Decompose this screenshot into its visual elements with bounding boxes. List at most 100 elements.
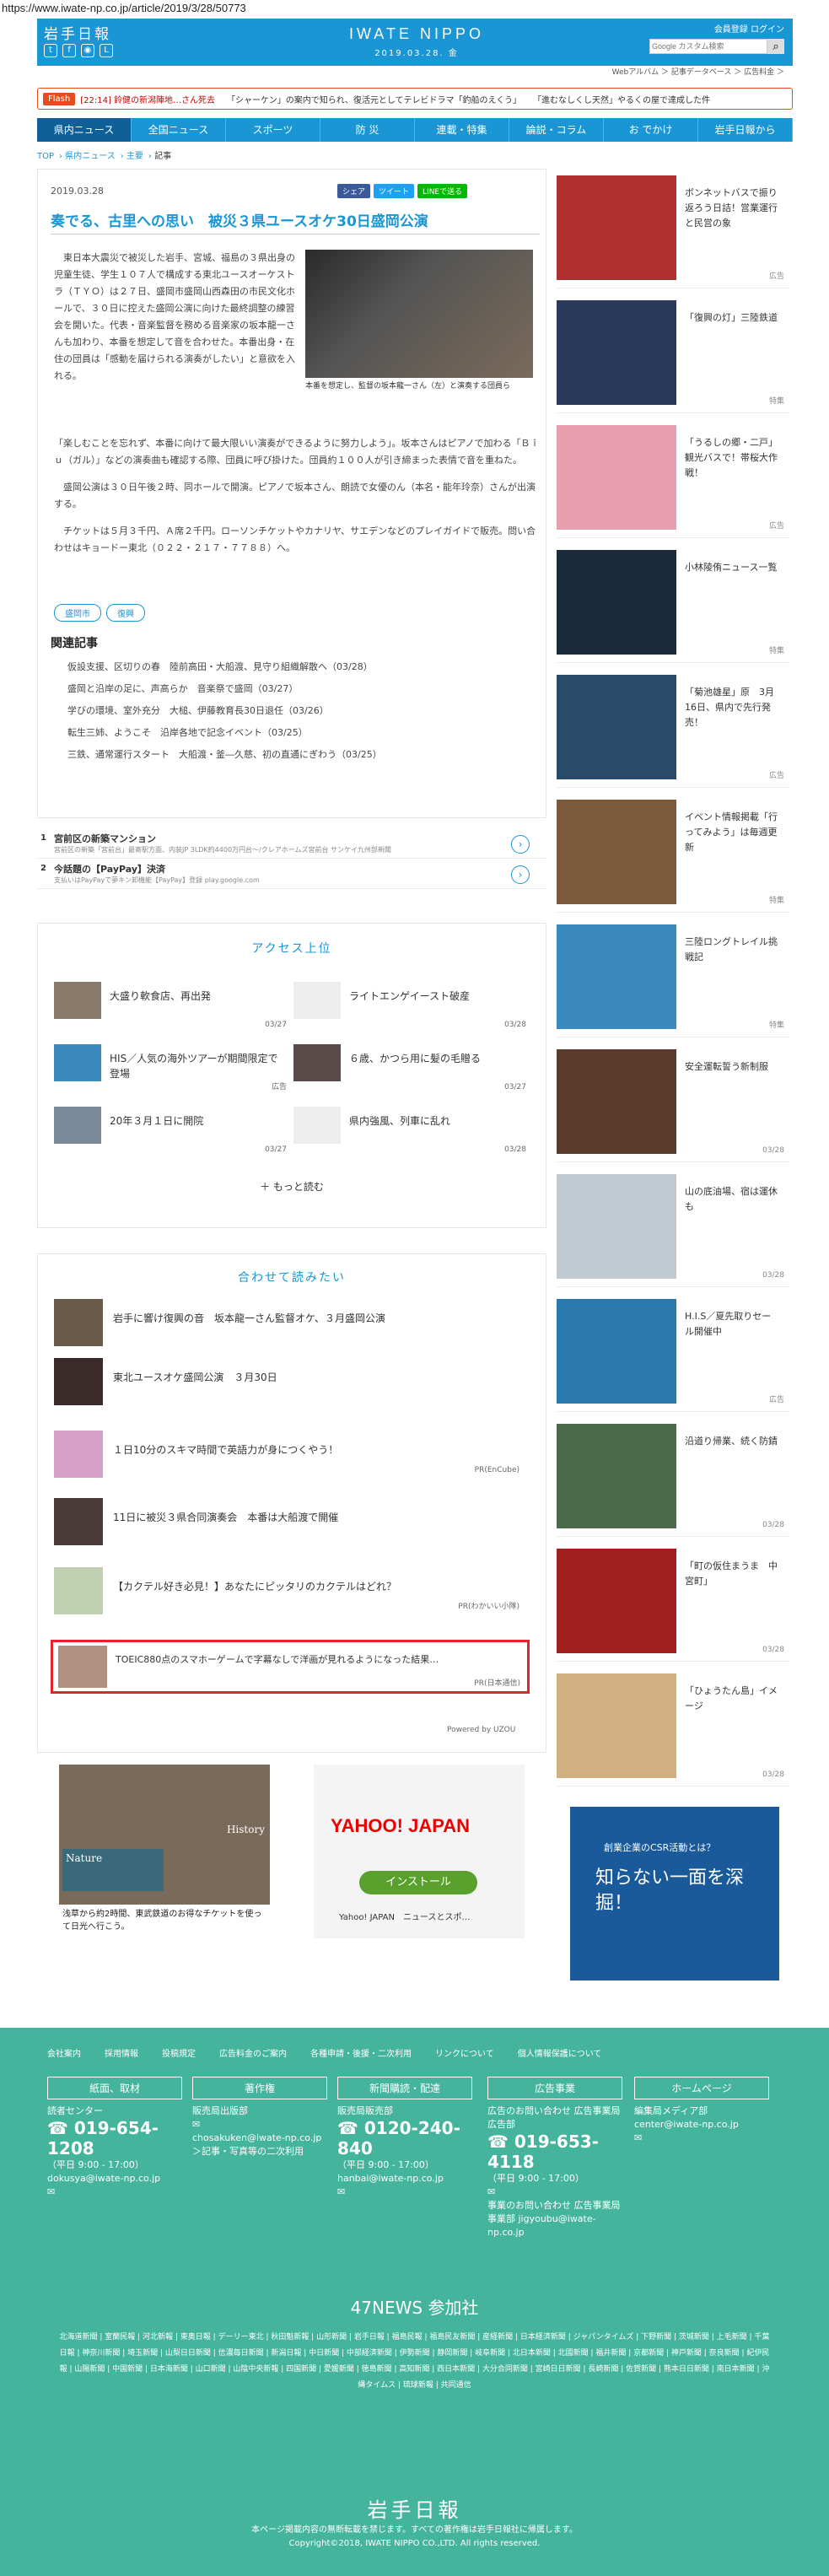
recommend-item[interactable]: 東北ユースオケ盛岡公演 ３月30日 [54,1358,526,1405]
tag-link[interactable]: 復興 [106,604,145,622]
recommend-title[interactable]: 岩手に響け復興の音 坂本龍一さん監督オケ、３月盛岡公演 [113,1311,385,1325]
related-link[interactable]: 三鉄、通常運行スタート 大船渡・釜―久慈、初の直通にぎわう（03/25） [67,744,382,766]
email-link[interactable]: center@iwate-np.co.jp [634,2118,769,2131]
thumbnail[interactable] [293,1044,341,1081]
sidebar-item[interactable]: 「復興の灯」三陸鉄道 特集 [557,294,789,413]
email-link[interactable]: 事業のお問い合わせ 広告事業局事業部 jigyoubu@iwate-np.co.… [487,2199,622,2239]
sidebar-item[interactable]: 「ひょうたん島」イメージ 03/28 [557,1667,789,1786]
footer-link[interactable]: 会社案内 [47,2046,81,2059]
sidebar-item-title[interactable]: 沿道り帰業、続く防錆 [685,1434,779,1449]
footer-link[interactable]: 投稿規定 [162,2046,196,2059]
search-button[interactable]: ⌕ [767,39,784,54]
related-link[interactable]: 学びの環境、室外充分 大槌、伊藤教育長30日退任（03/26） [67,700,382,722]
sidebar-item[interactable]: 三陸ロングトレイル挑戦記 特集 [557,918,789,1037]
recommend-item-highlighted[interactable]: TOEIC880点のスマホーゲームで字幕なしで洋画が見れるようになった結果… PR… [51,1640,530,1694]
ranking-title[interactable]: 20年３月１日に開院 [110,1113,287,1129]
chevron-right-icon[interactable]: › [511,835,530,854]
thumbnail[interactable] [58,1646,107,1688]
thumbnail[interactable] [54,1107,101,1144]
ranking-item[interactable]: 大盛り軟食店、再出発 03/27 [54,982,290,1032]
tweet-button[interactable]: ツイート [374,184,415,198]
recommend-title[interactable]: １日10分のスキマ時間で英語力が身につくやう！ [113,1442,338,1457]
related-link[interactable]: 仮設支援、区切りの春 陸前高田・大船渡、見守り組織解散へ（03/28） [67,656,382,678]
sidebar-item[interactable]: 小林陵侑ニュース一覧 特集 [557,543,789,663]
recommend-item[interactable]: 11日に被災３県合同演奏会 本番は大船渡で開催 [54,1498,526,1545]
nav-item[interactable]: 連載・特集 [415,118,509,142]
related-link[interactable]: 転生三姉、ようこそ 沿岸各地で記念イベント（03/25） [67,722,382,744]
secondary-use-link[interactable]: ＞記事・写真等の二次利用 [192,2145,327,2158]
phone-number[interactable]: ☎ 0120-240-840 [337,2118,472,2158]
breadcrumb-item[interactable]: 県内ニュース [65,152,116,161]
ranking-title[interactable]: ６歳、かつら用に髪の毛贈る [349,1051,526,1066]
mail-icon[interactable]: ✉ [487,2185,622,2199]
sidebar-item-title[interactable]: イベント情報掲載「行ってみよう」は毎週更新 [685,810,779,855]
sidebar-item[interactable]: 「町の仮住まうま 中宮町」 03/28 [557,1542,789,1662]
recommend-title[interactable]: TOEIC880点のスマホーゲームで字幕なしで洋画が見れるようになった結果… [116,1652,439,1666]
footer-link[interactable]: 広告料金のご案内 [219,2046,287,2059]
install-button[interactable]: インストール [359,1871,477,1894]
ranking-item[interactable]: 20年３月１日に開院 03/27 [54,1107,290,1157]
sidebar-item-title[interactable]: 小林陵侑ニュース一覧 [685,560,779,575]
thumbnail[interactable] [54,1431,103,1478]
thumbnail[interactable] [54,1299,103,1346]
thumbnail[interactable] [54,982,101,1019]
footer-link[interactable]: リンクについて [435,2046,494,2059]
flash-item[interactable]: 「進むなしくし天然」やるくの屋で達成した件 [533,93,710,105]
sidebar-item[interactable]: 沿道り帰業、続く防錆 03/28 [557,1417,789,1537]
powered-by[interactable]: Powered by UZOU [447,1726,515,1734]
site-logo-en[interactable]: IWATE NIPPO [332,25,501,43]
ranking-item[interactable]: ライトエンゲイースト破産 03/28 [293,982,530,1032]
facebook-share-button[interactable]: シェア [337,184,371,198]
thumbnail[interactable] [293,1107,341,1144]
footer-link[interactable]: 採用情報 [105,2046,138,2059]
thumbnail[interactable] [557,1299,676,1404]
member-links[interactable]: 会員登録 ログイン [714,22,784,35]
rss-icon[interactable]: ◉ [81,44,94,57]
text-ad[interactable]: 1 宮前区の新築マンション 宮前区の新築「宮前台」最寄駅方面、内装JP 3LDK… [37,830,546,859]
sidebar-item-title[interactable]: 「うるしの郷・二戸」観光バスで！帯桜大作戦！ [685,435,779,481]
thumbnail[interactable] [557,1549,676,1653]
recommend-item[interactable]: １日10分のスキマ時間で英語力が身につくやう！ PR(EnCube) [54,1431,526,1478]
search-input[interactable] [649,39,767,54]
more-button[interactable]: ＋ もっと読む [37,1179,546,1194]
ranking-item[interactable]: HIS／人気の海外ツアーが期間限定で登場 広告 [54,1044,290,1095]
site-logo[interactable]: 岩手日報 [44,22,111,43]
thumbnail[interactable] [557,924,676,1029]
thumbnail[interactable] [557,1174,676,1279]
nav-item[interactable]: 防 災 [320,118,415,142]
twitter-icon[interactable]: t [44,44,57,57]
ad-title[interactable]: 宮前区の新築マンション [54,832,156,845]
nav-item[interactable]: 県内ニュース [37,118,132,142]
breadcrumb-item[interactable]: TOP [37,152,54,161]
thumbnail[interactable] [557,550,676,655]
footer-link[interactable]: 各種申請・後援・二次利用 [310,2046,412,2059]
recommend-title[interactable]: 東北ユースオケ盛岡公演 ３月30日 [113,1370,277,1384]
line-share-button[interactable]: LINEで送る [417,184,468,198]
recommend-item[interactable]: 【カクテル好き必見！】あなたにピッタリのカクテルはどれ？ PR(わかいい小隊) [54,1567,526,1614]
sidebar-item-title[interactable]: H.I.S／夏先取りセール開催中 [685,1309,779,1339]
ad-title[interactable]: 今話題の【PayPay】決済 [54,862,165,876]
flash-item[interactable]: 「シャーケン」の案内で知られ、復活元としてテレビドラマ「釣船のえくう」 [227,93,521,105]
thumbnail[interactable] [557,1673,676,1778]
nav-item[interactable]: 全国ニュース [132,118,226,142]
thumbnail[interactable] [54,1498,103,1545]
thumbnail[interactable] [557,1049,676,1154]
thumbnail[interactable] [557,300,676,405]
ranking-item[interactable]: ６歳、かつら用に髪の毛贈る 03/27 [293,1044,530,1095]
ranking-item[interactable]: 県内強風、列車に乱れ 03/28 [293,1107,530,1157]
flash-item[interactable]: [22:14] 鈴健の新潟陣地…さん死去 [80,93,215,105]
ranking-title[interactable]: ライトエンゲイースト破産 [349,989,526,1004]
related-link[interactable]: 盛岡と沿岸の足に、声高らか 音楽祭で盛岡（03/27） [67,678,382,700]
travel-ad[interactable]: History Nature 浅草から約2時間、東武鉄道のお得なチケットを使って… [59,1765,270,1938]
sidebar-item-title[interactable]: 山の底油場、宿は運休も [685,1184,779,1215]
sidebar-item[interactable]: H.I.S／夏先取りセール開催中 広告 [557,1292,789,1412]
mail-icon[interactable]: ✉ [337,2185,472,2199]
recommend-item[interactable]: 岩手に響け復興の音 坂本龍一さん監督オケ、３月盛岡公演 [54,1299,526,1346]
url-bar[interactable]: https://www.iwate-np.co.jp/article/2019/… [0,0,829,19]
csr-ad[interactable]: 創業企業のCSR活動とは？ 知らない一面を深掘！ [570,1807,779,1981]
phone-number[interactable]: ☎ 019-654-1208 [47,2118,182,2158]
nav-item[interactable]: 岩手日報から [698,118,793,142]
thumbnail[interactable] [54,1567,103,1614]
thumbnail[interactable] [557,800,676,904]
article-photo[interactable] [305,250,533,378]
